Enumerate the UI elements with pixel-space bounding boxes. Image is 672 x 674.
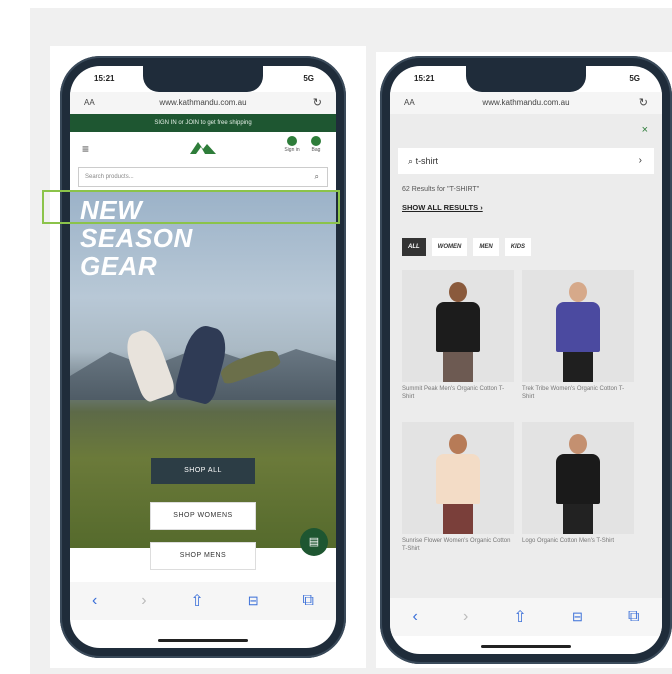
- chevron-right-icon[interactable]: ›: [639, 148, 642, 174]
- model-legs: [443, 352, 473, 382]
- filter-men[interactable]: MEN: [473, 238, 499, 256]
- forward-icon[interactable]: ›: [141, 592, 146, 610]
- product-image[interactable]: [402, 270, 514, 382]
- hamburger-menu-icon[interactable]: ≡: [82, 142, 89, 156]
- model-head: [449, 282, 467, 302]
- left-phone-screen: 15:21 5G AA www.kathmandu.com.au ↻ SIGN …: [70, 66, 336, 648]
- notch: [466, 66, 586, 92]
- bookmarks-icon[interactable]: ⊟: [572, 609, 583, 625]
- product-card[interactable]: Sunrise Flower Women's Organic Cotton T-…: [402, 422, 514, 553]
- site-header: ≡ Sign in Bag: [70, 132, 336, 162]
- search-icon: ⌕: [408, 156, 414, 166]
- status-time: 15:21: [94, 74, 115, 83]
- bag-label: Bag: [311, 147, 321, 153]
- reload-icon[interactable]: ↻: [313, 96, 322, 109]
- right-panel: 15:21 5G AA www.kathmandu.com.au ↻ × ⌕ t…: [376, 52, 672, 668]
- shop-all-button[interactable]: SHOP ALL: [151, 458, 255, 484]
- product-card[interactable]: Logo Organic Cotton Men's T-Shirt: [522, 422, 634, 545]
- product-image[interactable]: [522, 422, 634, 534]
- model-shirt: [436, 302, 480, 352]
- model-shirt: [556, 302, 600, 352]
- search-value: t-shirt: [415, 156, 439, 166]
- product-image[interactable]: [402, 422, 514, 534]
- model-legs: [563, 504, 593, 534]
- product-image[interactable]: [522, 270, 634, 382]
- shop-womens-button[interactable]: SHOP WOMENS: [150, 502, 256, 530]
- show-all-results-link[interactable]: SHOW ALL RESULTS ›: [402, 203, 483, 212]
- bookmarks-icon[interactable]: ⊟: [248, 593, 259, 609]
- kathmandu-logo[interactable]: [190, 140, 216, 154]
- home-indicator: [158, 639, 248, 642]
- hero-title-line2: SEASON: [80, 223, 193, 253]
- model-shirt: [436, 454, 480, 504]
- url-text[interactable]: www.kathmandu.com.au: [390, 98, 662, 107]
- tabs-icon[interactable]: ⧉: [303, 592, 314, 610]
- back-icon[interactable]: ‹: [413, 608, 418, 626]
- filter-all[interactable]: ALL: [402, 238, 426, 256]
- filter-women[interactable]: WOMEN: [431, 238, 468, 256]
- results-count: 62 Results for "T-SHIRT": [402, 186, 480, 193]
- search-input[interactable]: ⌕ t-shirt ›: [398, 148, 654, 174]
- search-highlight-box: [42, 190, 340, 224]
- model-head: [569, 434, 587, 454]
- search-icon[interactable]: ⌕: [315, 168, 319, 186]
- user-icon: [287, 136, 297, 146]
- hero-title-line3: GEAR: [80, 251, 158, 281]
- bag-button[interactable]: Bag: [308, 136, 324, 153]
- model-shirt: [556, 454, 600, 504]
- right-phone-screen: 15:21 5G AA www.kathmandu.com.au ↻ × ⌕ t…: [390, 66, 662, 654]
- product-caption[interactable]: Logo Organic Cotton Men's T-Shirt: [522, 537, 634, 545]
- sign-in-label: Sign in: [284, 147, 300, 153]
- product-card[interactable]: Summit Peak Men's Organic Cotton T-Shirt: [402, 270, 514, 401]
- back-icon[interactable]: ‹: [92, 592, 97, 610]
- browser-address-bar[interactable]: AA www.kathmandu.com.au ↻: [70, 92, 336, 114]
- left-panel: 15:21 5G AA www.kathmandu.com.au ↻ SIGN …: [50, 46, 366, 668]
- filter-tabs: ALL WOMEN MEN KIDS: [402, 238, 532, 256]
- browser-address-bar[interactable]: AA www.kathmandu.com.au ↻: [390, 92, 662, 114]
- model-head: [449, 434, 467, 454]
- promo-banner[interactable]: SIGN IN or JOIN to get free shipping: [70, 114, 336, 132]
- chat-icon[interactable]: ▤: [300, 528, 328, 556]
- filter-kids[interactable]: KIDS: [504, 238, 532, 256]
- tabs-icon[interactable]: ⧉: [628, 608, 639, 626]
- share-icon[interactable]: ⇧: [190, 591, 203, 611]
- left-phone-frame: 15:21 5G AA www.kathmandu.com.au ↻ SIGN …: [60, 56, 346, 658]
- search-placeholder: Search products...: [85, 174, 134, 180]
- product-card[interactable]: Trek Tribe Women's Organic Cotton T-Shir…: [522, 270, 634, 401]
- status-time: 15:21: [414, 74, 435, 83]
- product-caption[interactable]: Summit Peak Men's Organic Cotton T-Shirt: [402, 385, 514, 401]
- screenshot-canvas: 15:21 5G AA www.kathmandu.com.au ↻ SIGN …: [30, 8, 672, 674]
- reload-icon[interactable]: ↻: [639, 96, 648, 109]
- product-caption[interactable]: Trek Tribe Women's Organic Cotton T-Shir…: [522, 385, 634, 401]
- bag-icon: [311, 136, 321, 146]
- status-signal: 5G: [303, 74, 314, 83]
- url-text[interactable]: www.kathmandu.com.au: [70, 98, 336, 107]
- browser-toolbar: ‹ › ⇧ ⊟ ⧉: [70, 582, 336, 620]
- search-input[interactable]: Search products... ⌕: [78, 167, 328, 187]
- search-bar-container: Search products... ⌕: [70, 163, 336, 189]
- forward-icon[interactable]: ›: [463, 608, 468, 626]
- shop-mens-button[interactable]: SHOP MENS: [150, 542, 256, 570]
- model-head: [569, 282, 587, 302]
- share-icon[interactable]: ⇧: [513, 607, 526, 627]
- model-legs: [563, 352, 593, 382]
- close-icon[interactable]: ×: [642, 124, 648, 136]
- hero-banner[interactable]: NEW SEASON GEAR: [70, 190, 336, 548]
- model-legs: [443, 504, 473, 534]
- home-indicator: [481, 645, 571, 648]
- notch: [143, 66, 263, 92]
- sign-in-button[interactable]: Sign in: [284, 136, 300, 153]
- browser-toolbar: ‹ › ⇧ ⊟ ⧉: [390, 598, 662, 636]
- product-caption[interactable]: Sunrise Flower Women's Organic Cotton T-…: [402, 537, 514, 553]
- status-signal: 5G: [629, 74, 640, 83]
- right-phone-frame: 15:21 5G AA www.kathmandu.com.au ↻ × ⌕ t…: [380, 56, 672, 664]
